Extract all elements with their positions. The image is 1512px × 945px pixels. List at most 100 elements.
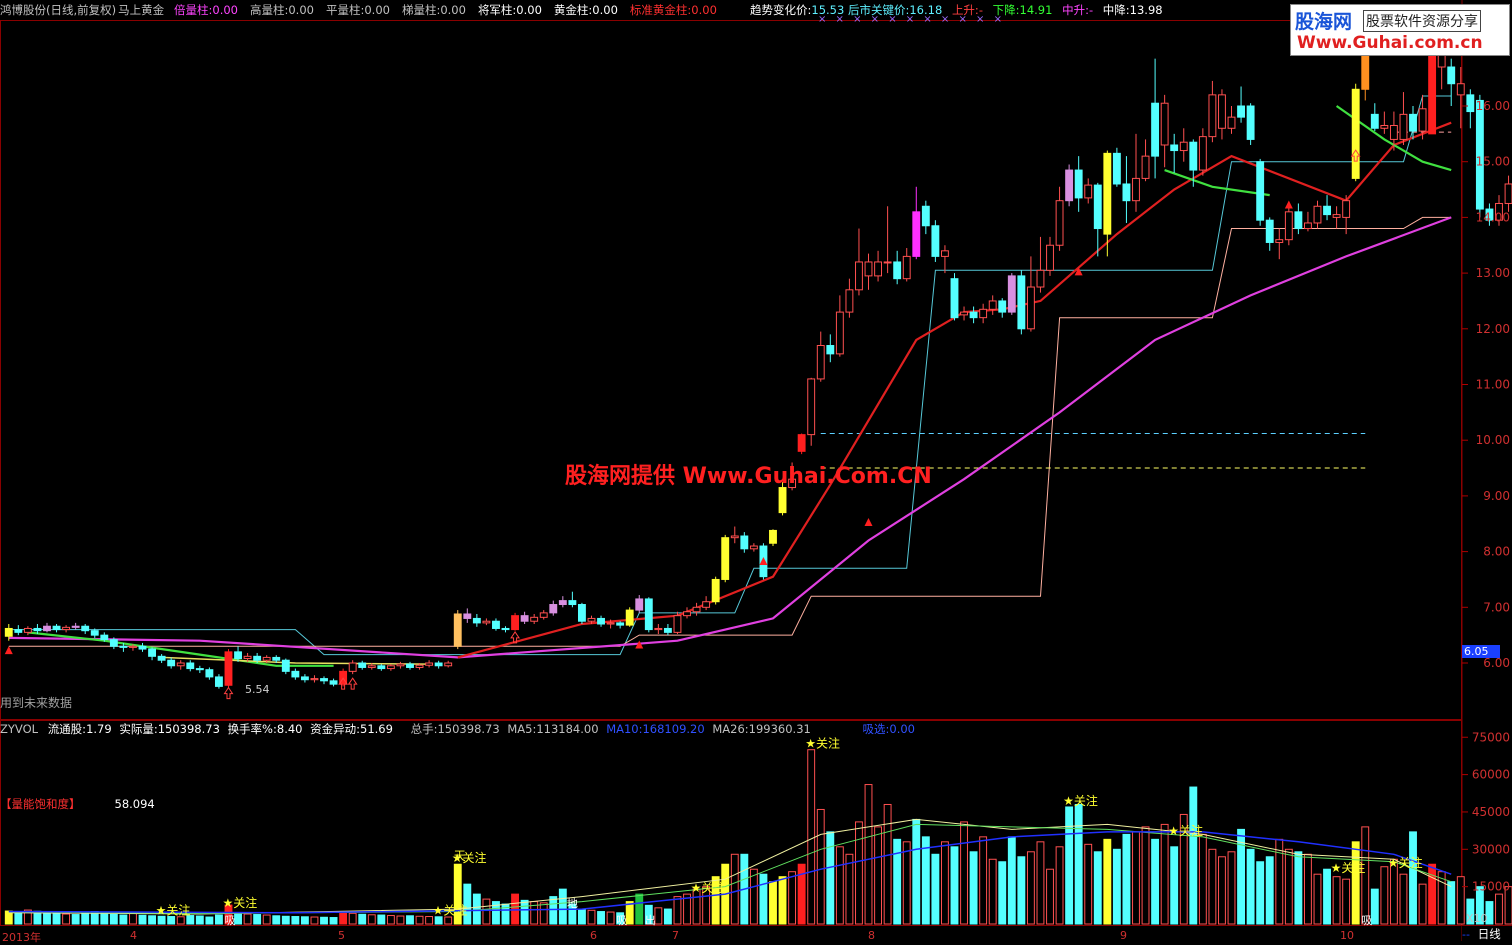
- future-data-note: 用到未来数据: [0, 696, 73, 710]
- candle-78: [749, 543, 758, 552]
- candle-body: [100, 634, 109, 641]
- candle-body: [826, 345, 835, 355]
- candle-97: [931, 220, 940, 262]
- candle-109: [1046, 236, 1054, 276]
- volume-bar-96: [921, 836, 930, 925]
- candle-body: [921, 205, 930, 227]
- candle-body: [1007, 275, 1016, 313]
- volume-tick-label: 60000: [1472, 768, 1510, 782]
- candle-body: [501, 627, 510, 631]
- candle-body: [654, 627, 663, 631]
- candle-body: [472, 617, 481, 624]
- candle-body: [1246, 105, 1255, 140]
- candle-88: [845, 278, 854, 318]
- candle-body: [855, 261, 863, 291]
- candle-body: [167, 659, 176, 667]
- volume-bar-90: [864, 784, 873, 925]
- signal-arrow-2: [347, 677, 358, 690]
- volume-bar-125: [1198, 833, 1207, 925]
- volume-bar-58: [558, 888, 567, 925]
- volume-bar-76: [730, 853, 739, 925]
- volume-bar-109: [1046, 868, 1054, 925]
- volume-bar-135: [1294, 851, 1303, 925]
- candle-body: [1132, 177, 1140, 202]
- candle-112: [1074, 156, 1083, 212]
- volume-tick-label: 30000: [1472, 842, 1510, 856]
- candle-56: [539, 610, 548, 620]
- header-item-2: 平量柱:0.00: [325, 3, 390, 17]
- volume-bar-87: [835, 846, 844, 925]
- candle-body: [444, 662, 453, 667]
- volume-bar-117: [1122, 833, 1131, 925]
- volume-bar-122: [1170, 846, 1179, 925]
- candle-body: [1399, 113, 1408, 140]
- candle-151: [1447, 58, 1456, 106]
- candle-body: [511, 615, 520, 631]
- candle-body: [902, 255, 911, 280]
- candle-98: [940, 245, 949, 274]
- candle-90: [864, 253, 873, 290]
- candle-body: [358, 662, 367, 668]
- candle-body: [702, 601, 711, 608]
- down-value: 14.91: [1019, 3, 1053, 17]
- volume-bar-105: [1007, 836, 1016, 925]
- candle-body: [463, 613, 472, 619]
- volume-bar-107: [1026, 851, 1035, 925]
- price-tick-label: 16.00: [1476, 99, 1510, 113]
- candle-body: [539, 612, 548, 618]
- candle-body: [1112, 152, 1121, 185]
- volume-bar-43: [415, 915, 424, 925]
- month-label-5: 8: [868, 929, 875, 942]
- candle-42: [406, 661, 414, 670]
- candle-body: [692, 606, 701, 613]
- candle-84: [807, 377, 816, 446]
- candle-body: [329, 680, 338, 685]
- candle-4: [43, 622, 51, 633]
- volume-bar-134: [1284, 848, 1293, 925]
- candle-body: [71, 625, 80, 628]
- period-tab[interactable]: -- 日线: [1462, 925, 1512, 942]
- candle-body: [1151, 102, 1160, 157]
- volume-bar-53: [511, 893, 520, 925]
- volume-bar-12: [119, 914, 128, 925]
- candle-6: [62, 625, 71, 633]
- volume-bar-39: [377, 914, 386, 925]
- candle-117: [1122, 156, 1131, 223]
- candle-body: [425, 662, 434, 666]
- volume-bar-34: [329, 917, 338, 925]
- volume-bar-88: [845, 853, 854, 925]
- candle-body: [234, 651, 242, 660]
- step-line-salmon: [8, 216, 1452, 647]
- candle-body: [845, 289, 854, 313]
- candle-91: [874, 250, 883, 282]
- volume-bar-45: [434, 916, 443, 925]
- candle-body: [520, 615, 529, 622]
- volume-bar-132: [1265, 856, 1274, 925]
- candle-body: [1227, 116, 1236, 129]
- ma-line-green-1: [1164, 169, 1270, 197]
- volume-bar-108: [1036, 841, 1045, 925]
- suck-label-2: 吸: [1361, 914, 1372, 927]
- candle-55: [530, 613, 539, 625]
- volume-bar-136: [1303, 853, 1312, 925]
- watermark-box: 股海网 股票软件资源分享 Www.Guhai.com.cn: [1290, 4, 1510, 56]
- candle-body: [176, 662, 185, 667]
- candle-128: [1227, 106, 1236, 134]
- volume-tick-label: 45000: [1472, 805, 1510, 819]
- watermark-tag: 股票软件资源分享: [1363, 10, 1481, 32]
- low-price-label: 5.54: [245, 683, 270, 696]
- candle-body: [730, 535, 739, 539]
- candle-body: [1055, 200, 1064, 246]
- candle-15: [148, 647, 157, 661]
- candle-1: [14, 625, 23, 636]
- candle-body: [1036, 269, 1045, 288]
- volume-bar-26: [253, 914, 262, 925]
- volume-bar-111: [1065, 806, 1074, 925]
- candle-21: [205, 667, 214, 680]
- volume-bar-17: [167, 916, 176, 925]
- candle-47: [453, 610, 462, 650]
- candle-body: [1294, 211, 1303, 230]
- candle-body: [482, 620, 491, 624]
- volume-bar-121: [1160, 823, 1169, 925]
- candle-body: [281, 659, 290, 672]
